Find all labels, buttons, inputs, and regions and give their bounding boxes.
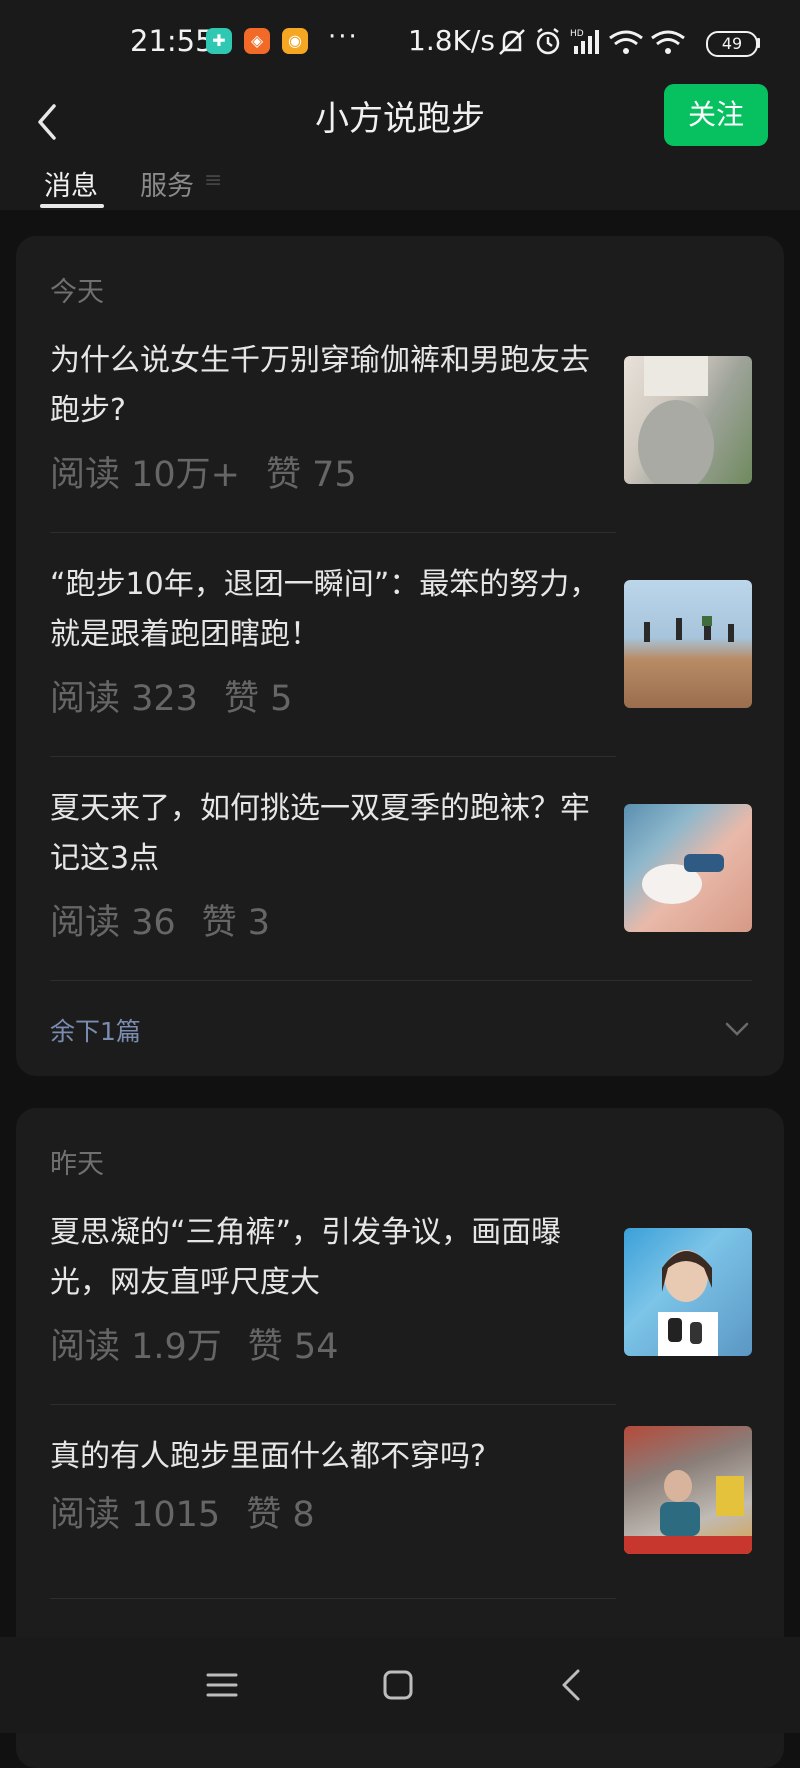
article-item[interactable]: 真的有人跑步里面什么都不穿吗? 阅读 1015 赞 8: [16, 1426, 784, 1602]
article-title: 为什么说女生千万别穿瑜伽裤和男跑友去跑步?: [50, 343, 590, 428]
article-thumbnail: [624, 356, 752, 484]
home-icon[interactable]: [374, 1661, 422, 1709]
tab-messages[interactable]: 消息: [44, 164, 98, 203]
article-title: “跑步10年，退团一瞬间”：最笨的努力，就是跟着跑团瞎跑！: [50, 567, 600, 652]
read-count: 阅读 1.9万: [50, 1327, 222, 1367]
wifi-icon: [609, 30, 643, 54]
article-title: 夏思凝的“三角裤”，引发争议，画面曝光，网友直呼尺度大: [50, 1215, 562, 1300]
menu-icon: ≡: [204, 168, 223, 193]
mute-icon: [499, 29, 525, 55]
article-item[interactable]: 夏天来了，如何挑选一双夏季的跑袜？牢记这3点 阅读 36 赞 3: [16, 784, 784, 974]
status-indicator-icons: HD: [499, 28, 685, 55]
like-count: 赞 3: [201, 903, 271, 943]
like-count: 赞 8: [246, 1495, 315, 1535]
system-navigation-bar: [0, 1637, 800, 1733]
day-label-today: 今天: [50, 277, 104, 308]
article-stats: 阅读 10万+ 赞 75: [50, 446, 357, 497]
network-speed: 1.8K/s: [408, 24, 495, 57]
divider: [50, 1598, 616, 1599]
day-label-yesterday: 昨天: [50, 1149, 104, 1180]
divider: [50, 756, 616, 757]
like-count: 赞 5: [223, 679, 293, 719]
shield-app-icon: ✚: [206, 28, 232, 54]
more-notifications-icon: ···: [328, 22, 359, 52]
article-thumbnail: [624, 580, 752, 708]
chevron-down-icon[interactable]: [722, 1014, 752, 1044]
article-item[interactable]: 夏思凝的“三角裤”，引发争议，画面曝光，网友直呼尺度大 阅读 1.9万赞 54: [16, 1208, 784, 1398]
wifi-icon-2: [651, 30, 685, 54]
active-tab-indicator: [40, 204, 104, 208]
tab-services[interactable]: 服务: [140, 164, 194, 203]
article-title: 真的有人跑步里面什么都不穿吗?: [50, 1439, 486, 1474]
article-title: 夏天来了，如何挑选一双夏季的跑袜？牢记这3点: [50, 791, 590, 876]
back-icon[interactable]: [548, 1661, 596, 1709]
read-count: 阅读 1015: [50, 1495, 221, 1535]
like-count: 赞 54: [247, 1327, 339, 1367]
article-stats: 阅读 1015 赞 8: [50, 1486, 315, 1537]
remaining-articles-link[interactable]: 余下1篇: [50, 1012, 141, 1048]
read-count: 阅读 36: [50, 903, 176, 943]
follow-button[interactable]: 关注: [664, 84, 768, 146]
battery-icon: 49: [706, 31, 758, 57]
status-bar: 21:55 ✚ ◈ ◉ ··· 1.8K/s HD 49: [0, 0, 800, 84]
today-card: 今天 为什么说女生千万别穿瑜伽裤和男跑友去跑步? 阅读 10万+ 赞 75 “跑步…: [16, 236, 784, 1076]
divider: [50, 1404, 616, 1405]
orange-app-icon: ◈: [244, 28, 270, 54]
status-time: 21:55: [130, 24, 214, 58]
menu-icon[interactable]: [198, 1661, 246, 1709]
battery-tip: [757, 38, 760, 48]
article-thumbnail: [624, 1426, 752, 1554]
read-count: 阅读 323: [50, 679, 198, 719]
article-stats: 阅读 36 赞 3: [50, 894, 270, 945]
alarm-icon: [536, 28, 560, 55]
like-count: 赞 75: [266, 455, 357, 495]
svg-text:HD: HD: [570, 29, 584, 39]
divider: [50, 980, 752, 981]
nav-bar: 小方说跑步 关注 消息 服务 ≡: [0, 84, 800, 210]
article-stats: 阅读 323 赞 5: [50, 670, 292, 721]
article-thumbnail: [624, 1228, 752, 1356]
article-stats: 阅读 1.9万赞 54: [50, 1318, 338, 1369]
article-item[interactable]: 为什么说女生千万别穿瑜伽裤和男跑友去跑步? 阅读 10万+ 赞 75: [16, 336, 784, 526]
article-item[interactable]: “跑步10年，退团一瞬间”：最笨的努力，就是跟着跑团瞎跑！ 阅读 323 赞 5: [16, 560, 784, 750]
read-count: 阅读 10万+: [50, 455, 240, 495]
article-thumbnail: [624, 804, 752, 932]
weibo-icon: ◉: [282, 28, 308, 54]
divider: [50, 532, 616, 533]
signal-icon: HD: [570, 29, 599, 54]
